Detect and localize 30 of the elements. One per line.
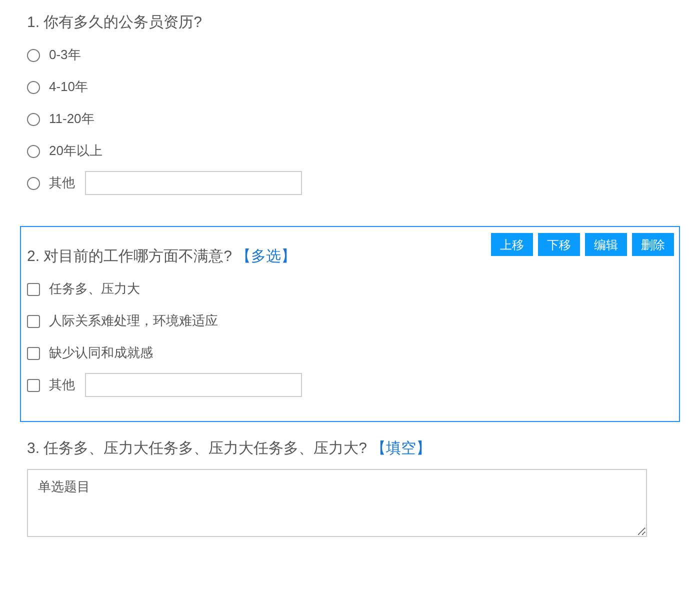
option-label: 0-3年 [49,46,81,64]
checkbox[interactable] [27,346,40,360]
action-button[interactable]: 编辑 [585,233,627,256]
answer-box[interactable]: 单选题目 [27,469,647,537]
radio-button[interactable] [27,80,40,94]
option-label: 20年以上 [49,142,102,160]
radio-button[interactable] [27,112,40,126]
radio-button[interactable] [27,144,40,158]
option-label: 4-10年 [49,78,88,96]
option-label: 人际关系难处理，环境难适应 [49,312,218,330]
option-label: 任务多、压力大 [49,280,140,298]
action-button[interactable]: 上移 [491,233,533,256]
checkbox[interactable] [27,378,40,392]
option-label: 缺少认同和成就感 [49,344,153,362]
option-label: 其他 [49,174,75,192]
checkbox[interactable] [27,314,40,328]
option-label: 11-20年 [49,110,94,128]
radio-button[interactable] [27,48,40,62]
option-label: 其他 [49,376,75,394]
radio-button[interactable] [27,176,40,190]
question-title: 2. 对目前的工作哪方面不满意? [27,246,232,267]
other-input-field[interactable] [85,373,302,397]
checkbox[interactable] [27,282,40,296]
other-input-field[interactable] [85,171,302,195]
question-type-tag: 【填空】 [371,438,432,460]
question-type-tag: 【多选】 [236,246,296,268]
question-title: 1. 你有多久的公务员资历? [27,12,202,33]
action-button[interactable]: 下移 [538,233,580,256]
question-title: 3. 任务多、压力大任务多、压力大任务多、压力大? [27,438,368,459]
action-button[interactable]: 删除 [632,233,674,256]
